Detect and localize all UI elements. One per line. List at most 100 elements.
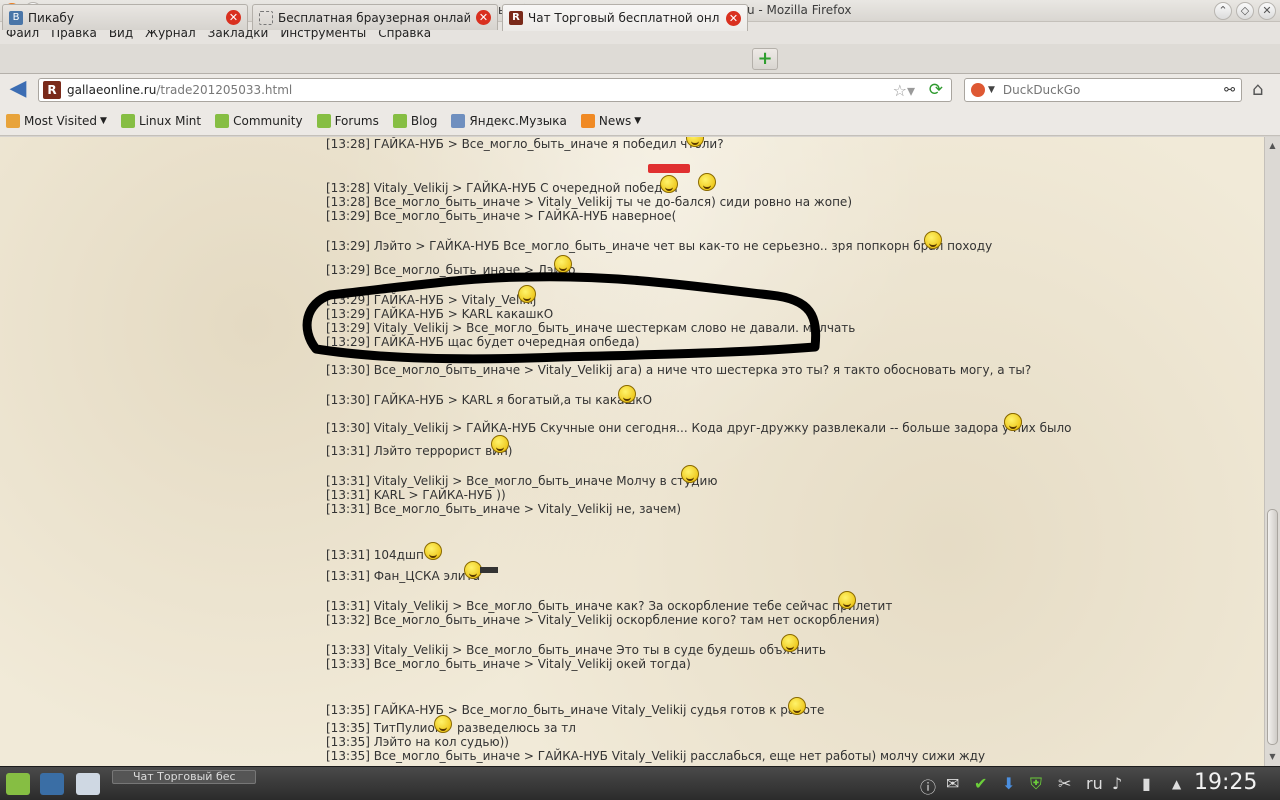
chat-line: [13:31] Vitaly_Velikij > Все_могло_быть_… — [326, 474, 718, 488]
smiley-icon — [698, 173, 716, 191]
chat-line: [13:28] ГАЙКА-НУБ > Все_могло_быть_иначе… — [326, 137, 724, 151]
chat-line: [13:35] ТитПулион — [326, 721, 443, 735]
back-arrow-icon[interactable]: ◀ — [4, 78, 32, 102]
page-content: [13:28] ГАЙКА-НУБ > Все_могло_быть_иначе… — [0, 137, 1264, 766]
mint-icon — [215, 113, 230, 128]
reload-icon[interactable]: ⟳ — [929, 80, 943, 100]
chat-line: [13:31] 104дшп — [326, 548, 424, 562]
tab-browser-game[interactable]: Бесплатная браузерная онлайн и... ✕ — [252, 4, 498, 30]
smiley-icon — [681, 465, 699, 483]
sticker-icon — [648, 164, 690, 173]
navigation-toolbar: ◀ R gallaeonline.ru /trade201205033.html… — [0, 74, 1280, 106]
tab-label: Пикабу — [28, 10, 74, 25]
minimize-button[interactable]: ⌃ — [1214, 2, 1232, 20]
chat-line: [13:29] Все_могло_быть_иначе > ГАЙКА-НУБ… — [326, 209, 677, 223]
maximize-button[interactable]: ◇ — [1236, 2, 1254, 20]
clock[interactable]: 19:25 — [1194, 770, 1257, 795]
search-input[interactable] — [1002, 83, 1225, 97]
close-tab-icon[interactable]: ✕ — [726, 10, 741, 26]
bookmark-most-visited[interactable]: Most Visited ▼ — [6, 113, 107, 128]
vertical-scrollbar[interactable]: ▲ ▼ — [1264, 137, 1280, 766]
chat-line: [13:29] Лэйто > ГАЙКА-НУБ Все_могло_быть… — [326, 239, 993, 253]
close-window-button[interactable]: ✕ — [1258, 2, 1276, 20]
new-tab-button[interactable]: + — [752, 48, 778, 70]
bookmark-star-icon[interactable]: ☆▾ — [893, 81, 915, 100]
scroll-up-icon[interactable]: ▲ — [1265, 139, 1280, 153]
bookmark-forums[interactable]: Forums — [316, 113, 379, 128]
home-icon[interactable]: ⌂ — [1252, 79, 1263, 100]
chat-line: [13:33] Vitaly_Velikij > Все_могло_быть_… — [326, 643, 826, 657]
chat-line: [13:28] Все_могло_быть_иначе > Vitaly_Ve… — [326, 195, 852, 209]
chat-line: [13:29] ГАЙКА-НУБ > KARL какашкО — [326, 307, 554, 321]
info-icon[interactable]: ⓘ — [920, 774, 936, 798]
smiley-icon — [618, 385, 636, 403]
mint-icon — [316, 113, 331, 128]
expand-tray-icon[interactable]: ▲ — [1172, 777, 1181, 791]
taskbar-window-firefox[interactable]: Чат Торговый бес — [112, 770, 256, 784]
scissors-icon[interactable]: ✂ — [1058, 774, 1071, 793]
bookmark-yandex-music[interactable]: Яндекс.Музыка — [451, 113, 567, 128]
url-path: /trade201205033.html — [156, 83, 293, 97]
update-shield-icon[interactable]: ✔ — [974, 774, 987, 793]
chat-line: [13:35] ГАЙКА-НУБ > Все_могло_быть_иначе… — [326, 703, 825, 717]
smiley-icon — [491, 435, 509, 453]
mint-icon — [120, 113, 135, 128]
chat-line: [13:30] Все_могло_быть_иначе > Vitaly_Ve… — [326, 363, 1032, 377]
duckduckgo-icon[interactable] — [971, 83, 985, 97]
smiley-icon — [434, 715, 452, 733]
chat-line: [13:30] ГАЙКА-НУБ > KARL я богатый,а ты … — [326, 393, 653, 407]
close-tab-icon[interactable]: ✕ — [226, 10, 241, 25]
smiley-icon — [781, 634, 799, 652]
chat-line: [13:29] Все_могло_быть_иначе > Лэйто — [326, 263, 576, 277]
scroll-down-icon[interactable]: ▼ — [1265, 750, 1280, 764]
smiley-icon — [518, 285, 536, 303]
site-identity-icon[interactable]: R — [43, 81, 61, 99]
chevron-down-icon: ▼ — [100, 115, 107, 126]
tab-pikabu[interactable]: В Пикабу ✕ — [2, 4, 248, 30]
show-desktop-icon[interactable] — [40, 773, 64, 795]
bookmark-community[interactable]: Community — [215, 113, 303, 128]
chat-line: [13:31] Vitaly_Velikij > Все_могло_быть_… — [326, 599, 893, 613]
smiley-icon — [660, 175, 678, 193]
scrollbar-thumb[interactable] — [1267, 509, 1278, 745]
smiley-icon — [838, 591, 856, 609]
volume-icon[interactable]: ♪ — [1112, 774, 1122, 793]
folder-icon — [6, 113, 20, 128]
tab-label: Бесплатная браузерная онлайн и... — [278, 10, 470, 25]
vk-favicon-icon: В — [9, 10, 23, 25]
bookmark-news[interactable]: News ▼ — [580, 113, 642, 128]
chat-line: [13:29] Vitaly_Velikij > Все_могло_быть_… — [326, 321, 856, 335]
binoculars-search-icon[interactable]: ⚯ — [1224, 83, 1235, 98]
chevron-down-icon: ▼ — [634, 115, 642, 126]
smiley-icon — [788, 697, 806, 715]
tab-label: Чат Торговый бесплатной онлай... — [528, 11, 720, 25]
bookmark-blog[interactable]: Blog — [392, 113, 437, 128]
address-bar[interactable]: R gallaeonline.ru /trade201205033.html ☆… — [38, 78, 952, 102]
close-tab-icon[interactable]: ✕ — [476, 10, 491, 25]
mint-icon — [392, 113, 407, 128]
tab-trade-chat[interactable]: R Чат Торговый бесплатной онлай... ✕ — [502, 4, 748, 31]
chat-line: [13:31] KARL > ГАЙКА-НУБ )) — [326, 488, 506, 502]
bookmarks-toolbar: Most Visited ▼ Linux Mint Community Forum… — [0, 106, 1280, 136]
search-bar[interactable]: ▼ ⚯ — [964, 78, 1242, 102]
speaker-icon — [451, 113, 466, 128]
chat-line: [13:35] Все_могло_быть_иначе > ГАЙКА-НУБ… — [326, 749, 986, 763]
bookmark-linux-mint[interactable]: Linux Mint — [120, 113, 201, 128]
security-shield-icon[interactable]: ⛨ — [1030, 774, 1042, 794]
chevron-down-icon[interactable]: ▼ — [988, 85, 995, 95]
hand-drawn-circle-annotation — [302, 272, 821, 364]
smiley-icon — [554, 255, 572, 273]
mail-icon[interactable]: ✉ — [946, 774, 959, 793]
battery-icon[interactable]: ▮ — [1142, 774, 1151, 793]
file-manager-icon[interactable] — [76, 773, 100, 795]
smiley-icon — [424, 542, 442, 560]
chat-line: [13:28] Vitaly_Velikij > ГАЙКА-НУБ С оче… — [326, 181, 678, 195]
mint-menu-icon[interactable] — [6, 773, 30, 795]
chat-line: [13:32] Все_могло_быть_иначе > Vitaly_Ve… — [326, 613, 880, 627]
download-icon[interactable]: ⬇ — [1002, 774, 1015, 793]
smiley-icon — [924, 231, 942, 249]
chat-line: [13:35] Лэйто на кол судью)) — [326, 735, 509, 749]
chat-line: [13:31] Фан_ЦСКА элита — [326, 569, 480, 583]
keyboard-layout[interactable]: ru — [1086, 774, 1103, 793]
chat-line: [13:30] Vitaly_Velikij > ГАЙКА-НУБ Скучн… — [326, 421, 1072, 435]
